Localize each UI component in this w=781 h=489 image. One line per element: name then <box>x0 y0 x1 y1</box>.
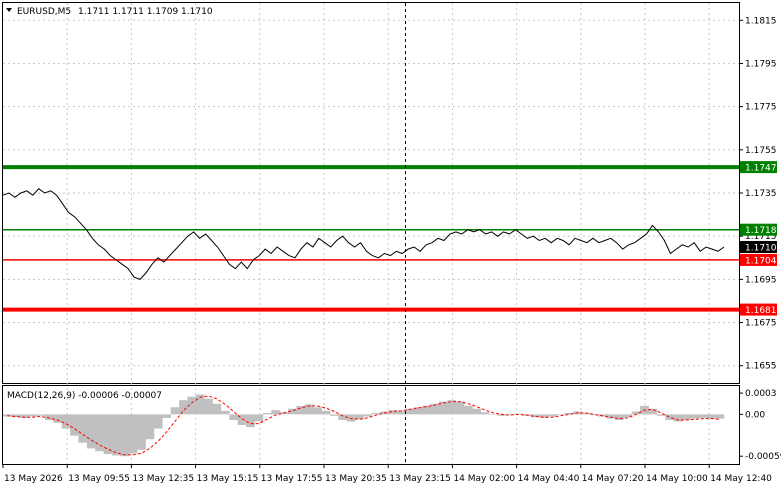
level-price-tag-label: 1.1718 <box>745 226 777 236</box>
macd-indicator <box>3 394 725 457</box>
macd-histogram-bar <box>329 414 339 416</box>
macd-histogram-bar <box>464 405 473 415</box>
macd-histogram-bar <box>70 414 79 436</box>
time-label: 13 May 17:55 <box>261 474 323 484</box>
macd-histogram-bar <box>397 410 406 415</box>
macd-histogram-bar <box>455 401 465 415</box>
time-label: 13 May 09:55 <box>68 474 130 484</box>
macd-histogram-bar <box>204 398 213 415</box>
time-label: 13 May 15:15 <box>197 474 259 484</box>
time-label: 14 May 04:40 <box>518 474 580 484</box>
macd-histogram-bar <box>313 407 322 415</box>
current-price-tag-label: 1.1710 <box>745 243 777 253</box>
symbol-label: EURUSD,M5 <box>17 7 71 17</box>
macd-histogram-bar <box>262 412 272 415</box>
macd-histogram-bar <box>682 414 691 421</box>
macd-tick-label: 0.00 <box>745 410 765 420</box>
macd-histogram-bar <box>153 414 163 429</box>
price-tick-label: 1.1675 <box>745 319 777 329</box>
macd-histogram-bar <box>128 414 138 454</box>
macd-tick-label: 0.0003 <box>745 389 777 399</box>
macd-histogram-bar <box>220 410 230 415</box>
macd-histogram-bar <box>254 414 264 422</box>
chart-canvas[interactable]: 1.18151.17951.17751.17551.17351.17151.16… <box>0 0 781 489</box>
macd-histogram-bar <box>271 410 280 415</box>
time-label: 14 May 10:00 <box>646 474 708 484</box>
macd-histogram-bar <box>36 414 46 416</box>
macd-histogram-bar <box>61 414 71 429</box>
macd-histogram-bar <box>229 414 239 421</box>
macd-histogram-bar <box>715 414 725 419</box>
macd-histogram-bar <box>170 407 180 415</box>
macd-histogram-bar <box>707 414 716 419</box>
macd-histogram-bar <box>489 414 498 415</box>
macd-tick-label: -0.00059 <box>745 452 781 462</box>
macd-histogram-bar <box>615 414 624 421</box>
price-line <box>2 188 725 280</box>
macd-histogram-bar <box>422 405 431 415</box>
time-axis: 13 May 2026 13 May 09:55 13 May 12:35 13 Ma… <box>2 464 772 484</box>
level-price-tag-label: 1.1747 <box>745 164 777 174</box>
time-label: 14 May 12:40 <box>710 474 772 484</box>
macd-histogram-bar <box>363 414 373 417</box>
macd-histogram-bar <box>53 414 62 423</box>
time-label: 13 May 23:15 <box>389 474 451 484</box>
macd-histogram-bar <box>145 414 155 440</box>
price-axis: 1.18151.17951.17751.17551.17351.17151.16… <box>739 16 777 372</box>
macd-histogram-bar <box>321 410 331 415</box>
macd-histogram-bar <box>246 414 255 428</box>
macd-histogram-bar <box>212 403 222 415</box>
time-label: 13 May 20:35 <box>325 474 387 484</box>
macd-histogram-bar <box>111 414 121 456</box>
time-label: 14 May 02:00 <box>453 474 515 484</box>
price-tick-label: 1.1815 <box>745 16 777 26</box>
price-tick-label: 1.1735 <box>745 189 777 199</box>
macd-histogram-bar <box>556 414 566 416</box>
macd-histogram-bar <box>28 414 37 417</box>
macd-histogram-bar <box>78 414 88 443</box>
price-tick-label: 1.1775 <box>745 103 777 113</box>
time-label: 13 May 2026 <box>4 474 63 484</box>
macd-histogram-bar <box>698 414 708 418</box>
level-lines <box>3 165 739 312</box>
time-label: 14 May 07:20 <box>582 474 644 484</box>
macd-histogram-bar <box>665 414 674 421</box>
macd-histogram-bar <box>547 414 557 417</box>
macd-histogram-bar <box>480 412 490 415</box>
macd-histogram-bar <box>95 414 104 452</box>
time-label: 13 May 12:35 <box>132 474 194 484</box>
price-tick-label: 1.1695 <box>745 275 777 285</box>
price-tick-label: 1.1655 <box>745 362 777 372</box>
macd-histogram-bar <box>86 414 96 449</box>
macd-histogram-bar <box>346 414 356 422</box>
price-tick-label: 1.1795 <box>745 59 777 69</box>
macd-histogram-bar <box>162 414 171 418</box>
macd-histogram-bar <box>472 408 482 415</box>
macd-histogram-bar <box>690 414 700 419</box>
price-series <box>2 188 725 280</box>
level-price-tag-label: 1.1681 <box>745 306 777 316</box>
ohlc-values: 1.1711 1.1711 1.1709 1.1710 <box>78 7 213 17</box>
macd-histogram-bar <box>120 414 130 457</box>
level-price-tag-label: 1.1704 <box>745 256 777 266</box>
macd-axis: 0.0003 0.00 -0.00059 <box>739 389 781 462</box>
macd-histogram-bar <box>137 414 146 450</box>
price-tick-label: 1.1755 <box>745 146 777 156</box>
macd-label: MACD(12,26,9) -0.00006 -0.00007 <box>7 391 162 401</box>
macd-histogram-bar <box>179 400 188 415</box>
symbol-menu-icon[interactable] <box>6 8 12 12</box>
